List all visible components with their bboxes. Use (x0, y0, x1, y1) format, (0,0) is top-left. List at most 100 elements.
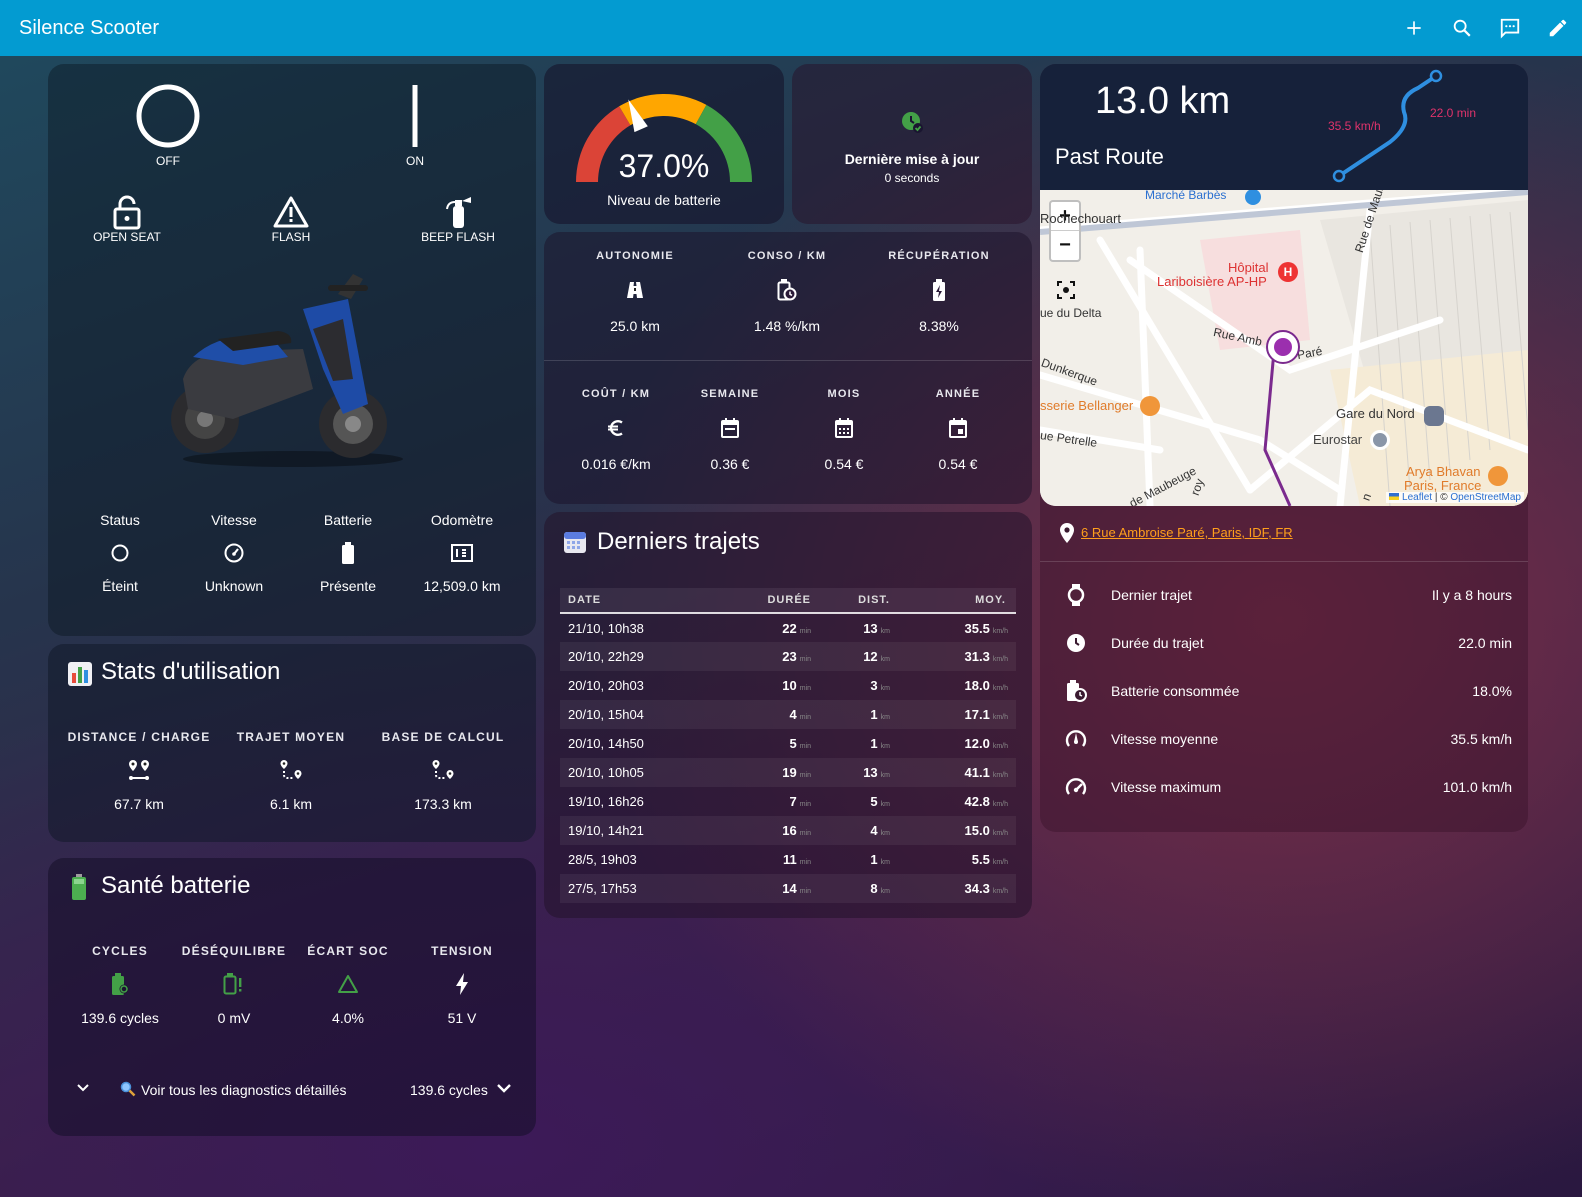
detail-batterie-consommee[interactable]: Batterie consommée 18.0% (1040, 667, 1528, 715)
trip-average-value: 18.0 (964, 678, 990, 693)
health-cycles[interactable]: CYCLES 139.6 cycles (62, 944, 178, 1026)
flag-icon (1389, 493, 1400, 500)
table-row[interactable]: 27/5, 17h53 14 min 8 km 34.3 km/h (560, 874, 1016, 903)
health-desequilibre[interactable]: DÉSÉQUILIBRE 0 mV (176, 944, 292, 1026)
open-seat-button[interactable]: OPEN SEAT (82, 194, 172, 250)
detail-vitesse-maximum-value: 101.0 km/h (1442, 779, 1512, 795)
flash-button[interactable]: FLASH (248, 194, 334, 250)
attribution-osm[interactable]: OpenStreetMap (1450, 492, 1521, 503)
map-zoom-control: + − (1049, 200, 1081, 262)
metric-autonomie[interactable]: AUTONOMIE 25.0 km (560, 250, 710, 334)
trip-date-value: 20/10, 22h29 (568, 649, 644, 664)
scooter-status-row: Status Éteint Vitesse Unknown Batterie P… (48, 512, 536, 622)
chevron-down-icon (77, 1084, 89, 1092)
cost-mois[interactable]: MOIS 0.54 € (786, 388, 902, 472)
trip-distance-unit: km (880, 685, 890, 692)
health-desequilibre-value: 0 mV (217, 1010, 251, 1026)
trip-distance: 1 km (814, 700, 904, 729)
detail-vitesse-moyenne[interactable]: Vitesse moyenne 35.5 km/h (1040, 715, 1528, 763)
table-row[interactable]: 19/10, 16h26 7 min 5 km 42.8 km/h (560, 787, 1016, 816)
battery-health-title: Santé batterie (101, 872, 251, 899)
col-date[interactable]: DATE (560, 588, 730, 614)
chat-icon[interactable] (1486, 0, 1534, 56)
status-value: Éteint (102, 578, 138, 594)
map-label-bellanger: sserie Bellanger (1040, 398, 1134, 413)
col-dist[interactable]: DIST. (814, 588, 904, 614)
trip-distance: 13 km (814, 613, 904, 642)
recenter-icon[interactable] (1056, 280, 1076, 300)
trip-average-value: 15.0 (964, 823, 990, 838)
plus-icon[interactable] (1390, 0, 1438, 56)
route-header: 13.0 km Past Route 35.5 km/h 22.0 min (1040, 64, 1528, 190)
stat-distance-charge[interactable]: DISTANCE / CHARGE 67.7 km (64, 730, 214, 812)
status-item-batterie[interactable]: Batterie Présente (290, 512, 406, 594)
stat-base-calcul-label: BASE DE CALCUL (381, 730, 505, 744)
col-moy[interactable]: MOY. (904, 588, 1016, 614)
trip-duration-value: 4 (789, 707, 797, 722)
trip-distance: 4 km (814, 816, 904, 845)
detail-dernier-trajet[interactable]: Dernier trajet Il y a 8 hours (1040, 571, 1528, 619)
trip-distance: 8 km (814, 874, 904, 903)
trip-duration-unit: min (799, 888, 811, 895)
col-duree[interactable]: DURÉE (730, 588, 814, 614)
battery-icon (342, 542, 354, 564)
power-off-button[interactable]: OFF (128, 82, 208, 178)
trip-distance-value: 3 (870, 678, 878, 693)
trip-duration-value: 16 (782, 823, 797, 838)
metric-recuperation[interactable]: RÉCUPÉRATION 8.38% (864, 250, 1014, 334)
health-cycles-value: 139.6 cycles (81, 1010, 159, 1026)
health-ecart-soc[interactable]: ÉCART SOC 4.0% (290, 944, 406, 1026)
stat-base-calcul[interactable]: BASE DE CALCUL 173.3 km (368, 730, 518, 812)
route-speed-label: 35.5 km/h (1328, 119, 1381, 133)
toolbar-icons (1390, 0, 1582, 56)
table-row[interactable]: 20/10, 14h50 5 min 1 km 12.0 km/h (560, 729, 1016, 758)
map-label-marche: Marché Barbès (1145, 190, 1227, 202)
status-item-vitesse[interactable]: Vitesse Unknown (176, 512, 292, 594)
map-view[interactable]: + − Marché Barbès Rochechouart Hôpital L… (1040, 190, 1528, 506)
speedometer-medium-icon (1065, 730, 1087, 747)
table-row[interactable]: 19/10, 14h21 16 min 4 km 15.0 km/h (560, 816, 1016, 845)
search-icon[interactable] (1438, 0, 1486, 56)
table-row[interactable]: 20/10, 22h29 23 min 12 km 31.3 km/h (560, 642, 1016, 671)
battery-emoji-icon (72, 874, 86, 900)
trips-header-row: DATE DURÉE DIST. MOY. (560, 588, 1016, 614)
restaurant-icon (1488, 466, 1508, 486)
magnifier-emoji-icon (120, 1081, 136, 1097)
battery-health-card: Santé batterie CYCLES 139.6 cycles DÉSÉQ… (48, 858, 536, 1136)
status-item-status[interactable]: Status Éteint (62, 512, 178, 594)
power-on-button[interactable]: ON (375, 82, 455, 178)
trip-duration-unit: min (799, 743, 811, 750)
table-row[interactable]: 21/10, 10h38 22 min 13 km 35.5 km/h (560, 613, 1016, 642)
route-distance: 13.0 km (1095, 80, 1231, 122)
cost-annee[interactable]: ANNÉE 0.54 € (900, 388, 1016, 472)
metric-conso[interactable]: CONSO / KM 1.48 %/km (712, 250, 862, 334)
scooter-marker[interactable] (1266, 330, 1300, 364)
map-attribution: Leaflet | © OpenStreetMap (1386, 492, 1524, 503)
cost-semaine[interactable]: SEMAINE 0.36 € (672, 388, 788, 472)
flash-label: FLASH (271, 230, 311, 244)
trip-speed-unit: km/h (992, 656, 1008, 663)
zoom-out-button[interactable]: − (1051, 231, 1079, 260)
table-row[interactable]: 20/10, 20h03 10 min 3 km 18.0 km/h (560, 671, 1016, 700)
table-row[interactable]: 20/10, 15h04 4 min 1 km 17.1 km/h (560, 700, 1016, 729)
detail-vitesse-maximum[interactable]: Vitesse maximum 101.0 km/h (1040, 763, 1528, 811)
batterie-label: Batterie (323, 512, 373, 528)
cost-per-km[interactable]: COÛT / KM 0.016 €/km (558, 388, 674, 472)
beep-flash-button[interactable]: BEEP FLASH (408, 194, 508, 250)
metrics-card: AUTONOMIE 25.0 km CONSO / KM 1.48 %/km R… (544, 232, 1032, 504)
pencil-icon[interactable] (1534, 0, 1582, 56)
stat-trajet-moyen[interactable]: TRAJET MOYEN 6.1 km (216, 730, 366, 812)
diagnostics-expander[interactable]: Voir tous les diagnostics détaillés 139.… (64, 1070, 520, 1110)
address-link[interactable]: 6 Rue Ambroise Paré, Paris, IDF, FR (1081, 525, 1293, 540)
battery-sync-icon (112, 973, 129, 995)
health-tension[interactable]: TENSION 51 V (404, 944, 520, 1026)
table-row[interactable]: 28/5, 19h03 11 min 1 km 5.5 km/h (560, 845, 1016, 874)
table-row[interactable]: 20/10, 10h05 19 min 13 km 41.1 km/h (560, 758, 1016, 787)
detail-duree-trajet[interactable]: Durée du trajet 22.0 min (1040, 619, 1528, 667)
attribution-leaflet[interactable]: Leaflet (1402, 492, 1432, 503)
trip-duration-value: 11 (782, 852, 797, 867)
eurostar-marker (1370, 430, 1390, 450)
trip-duration-unit: min (799, 830, 811, 837)
detail-dernier-trajet-label: Dernier trajet (1111, 587, 1192, 603)
status-item-odometre[interactable]: Odomètre 12,509.0 km (404, 512, 520, 594)
